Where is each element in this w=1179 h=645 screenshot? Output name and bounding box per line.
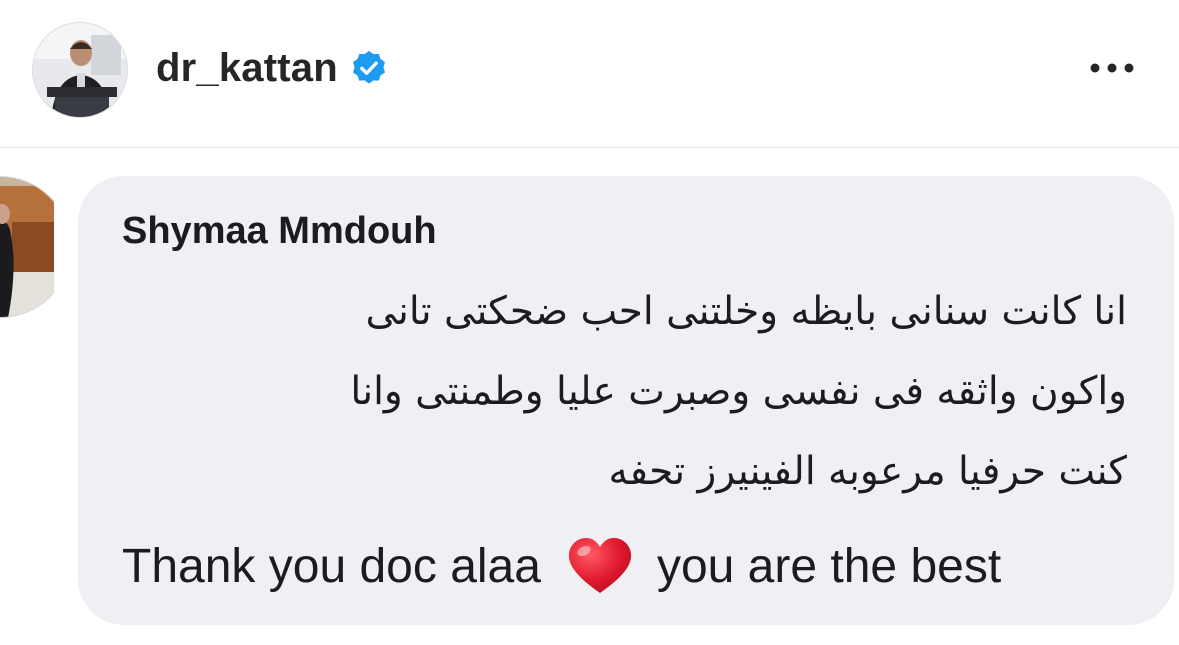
more-options-icon — [1090, 63, 1134, 73]
more-options-button[interactable] — [1080, 50, 1144, 86]
comment-text-english: Thank you doc alaa you are the best — [122, 534, 1132, 598]
comment-text-line-2: واكون واثقه فى نفسى وصبرت عليا وطمنتى وا… — [350, 369, 1127, 414]
profile-photo-icon — [33, 23, 127, 117]
red-heart-icon — [568, 538, 632, 593]
username-row: dr_kattan — [156, 38, 388, 98]
username-link[interactable]: dr_kattan — [156, 46, 338, 91]
comment-text-line-3: كنت حرفيا مرعوبه الفينيرز تحفه — [608, 449, 1127, 494]
comment-english-part-2: you are the best — [656, 539, 1002, 593]
comment-text-line-1: انا كانت سنانى بايظه وخلتنى احب ضحكتى تا… — [365, 289, 1127, 334]
profile-avatar[interactable] — [32, 22, 128, 118]
post-header: dr_kattan — [0, 0, 1179, 148]
comment-author[interactable]: Shymaa Mmdouh — [122, 210, 722, 253]
comment-english-part-1: Thank you doc alaa — [122, 539, 541, 593]
commenter-avatar[interactable] — [0, 176, 54, 318]
instagram-comment-screenshot: dr_kattan Shymaa Mmdouh انا كانت سنانى ب… — [0, 0, 1179, 645]
commenter-photo-icon — [0, 176, 54, 318]
verified-badge-icon — [352, 50, 385, 84]
